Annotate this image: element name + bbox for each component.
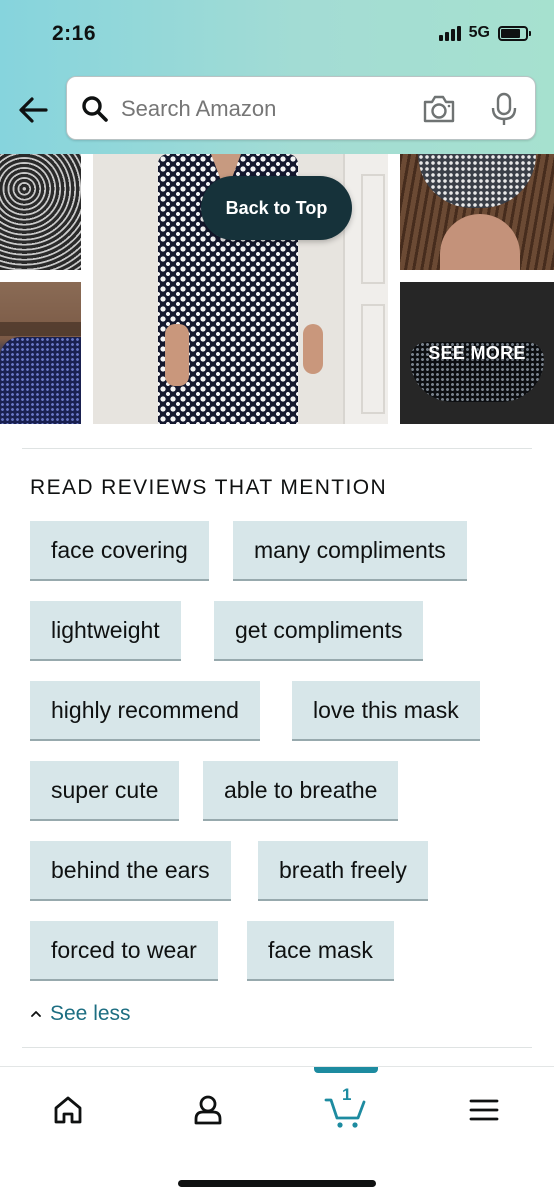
menu-icon [469, 1099, 499, 1121]
review-keyword-chip[interactable]: highly recommend [30, 681, 260, 741]
back-to-top-button[interactable]: Back to Top [201, 176, 352, 240]
review-image-person-mask[interactable] [0, 282, 81, 424]
divider [22, 1047, 532, 1048]
signal-icon [438, 25, 461, 41]
review-keyword-chip[interactable]: breath freely [258, 841, 428, 901]
cart-count: 1 [342, 1085, 352, 1104]
nav-home[interactable] [38, 1085, 98, 1135]
review-keyword-chip[interactable]: many compliments [233, 521, 467, 581]
chevron-up-icon [31, 1011, 41, 1017]
review-keyword-chip[interactable]: love this mask [292, 681, 480, 741]
review-keyword-chip[interactable]: get compliments [214, 601, 424, 661]
review-image-necklace[interactable] [400, 154, 554, 270]
nav-account[interactable] [178, 1085, 238, 1135]
status-time: 2:16 [52, 22, 97, 45]
divider [22, 448, 532, 449]
nav-menu[interactable] [454, 1085, 514, 1135]
review-keyword-chip[interactable]: behind the ears [30, 841, 231, 901]
review-keyword-chip[interactable]: super cute [30, 761, 180, 821]
search-icon [82, 96, 108, 122]
see-more-tile[interactable]: SEE MORE [400, 282, 554, 424]
home-icon [54, 1096, 82, 1124]
see-less-link[interactable]: See less [30, 1002, 131, 1026]
back-arrow-icon[interactable] [16, 92, 52, 128]
header: 2:16 5G [0, 0, 554, 154]
section-title: READ REVIEWS THAT MENTION [30, 476, 388, 499]
status-indicators: 5G [438, 24, 531, 42]
see-less-label: See less [50, 1002, 131, 1025]
review-keyword-chip[interactable]: forced to wear [30, 921, 218, 981]
review-keyword-chip[interactable]: face covering [30, 521, 209, 581]
battery-icon [498, 25, 531, 41]
search-bar[interactable] [66, 76, 536, 140]
account-icon [194, 1095, 222, 1125]
review-image-mesh-mask[interactable] [0, 154, 81, 270]
review-keyword-chip[interactable]: face mask [247, 921, 394, 981]
camera-icon[interactable] [421, 93, 457, 125]
microphone-icon[interactable] [489, 91, 519, 127]
network-type: 5G [468, 24, 490, 41]
review-keyword-chip[interactable]: lightweight [30, 601, 181, 661]
see-more-label: SEE MORE [428, 342, 526, 363]
cart-active-indicator [314, 1067, 378, 1073]
home-indicator[interactable] [178, 1180, 376, 1187]
search-input[interactable] [121, 93, 411, 125]
review-keyword-chip[interactable]: able to breathe [203, 761, 399, 821]
nav-cart[interactable]: 1 [316, 1085, 376, 1135]
